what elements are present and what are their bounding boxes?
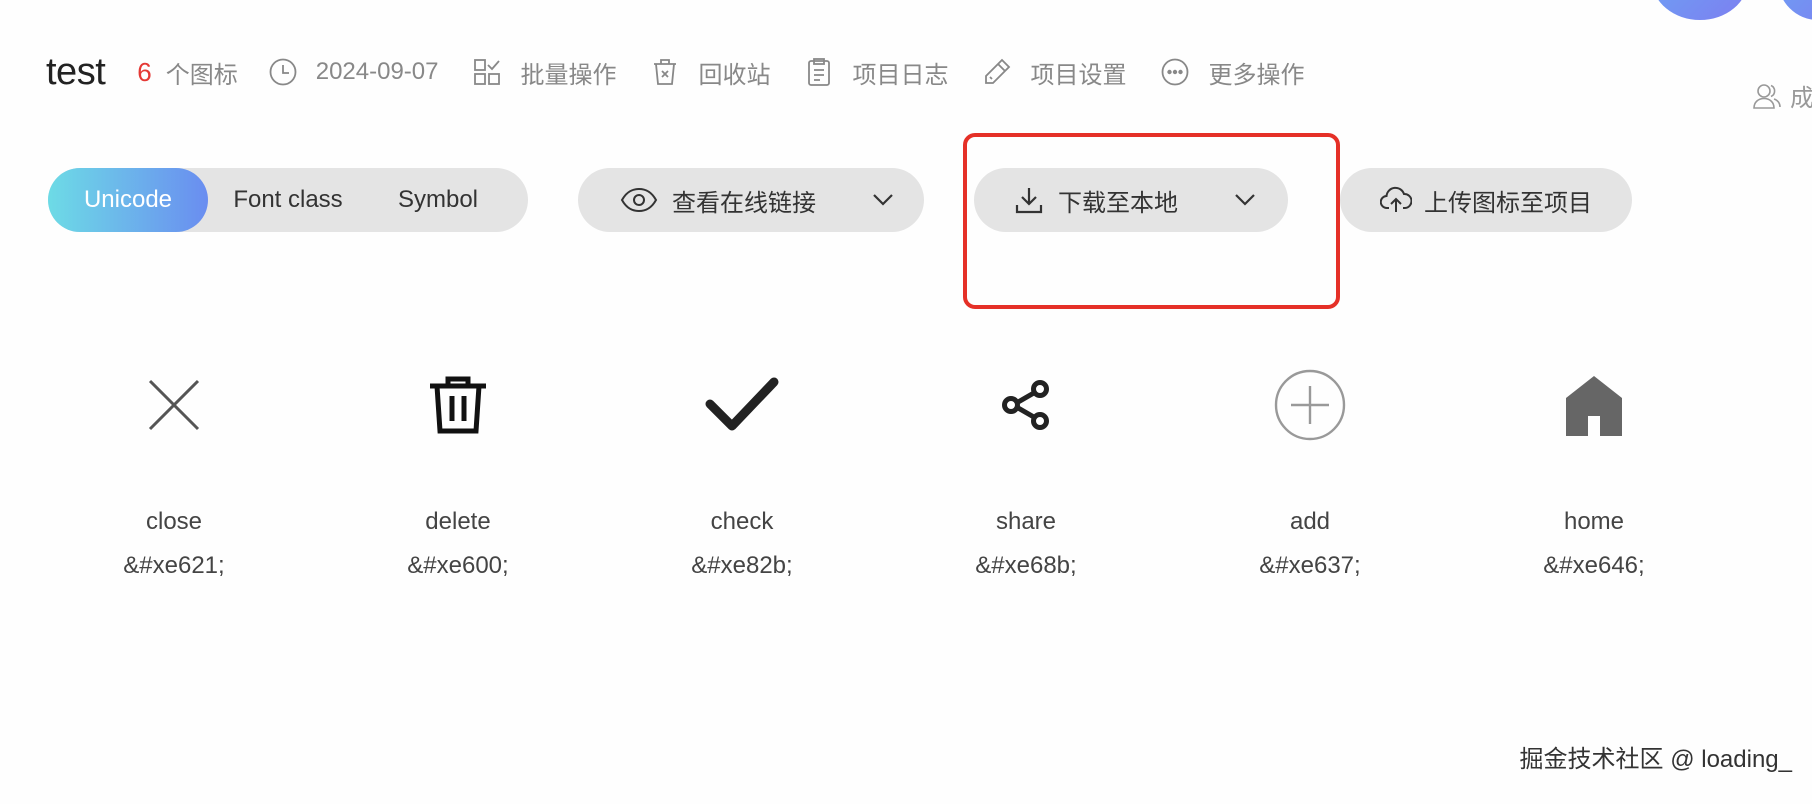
icon-name: share [995, 508, 1057, 535]
batch-operation-link[interactable]: 批量操作 [472, 55, 616, 90]
add-icon [1274, 369, 1346, 441]
icon-name: close [145, 508, 203, 535]
home-icon [1566, 376, 1622, 436]
project-log-link[interactable]: 项目日志 [804, 55, 948, 90]
clock-icon [269, 58, 297, 86]
eye-icon [620, 187, 658, 213]
more-actions-link[interactable]: 更多操作 [1160, 55, 1304, 90]
format-tabs: Unicode Font class Symbol [48, 168, 528, 232]
more-label: 更多操作 [1208, 61, 1305, 89]
close-icon [148, 379, 200, 431]
more-icon [1162, 58, 1189, 86]
icon-name: add [1289, 508, 1331, 535]
project-title: test [46, 50, 106, 93]
tab-unicode[interactable]: Unicode [48, 168, 208, 232]
batch-label: 批量操作 [520, 61, 617, 89]
upload-icons-button[interactable]: 上传图标至项目 [1340, 168, 1632, 232]
cloud-upload-icon [1380, 186, 1412, 212]
icon-card[interactable]: check &#xe82b; [632, 360, 852, 580]
icon-name: delete [425, 508, 491, 535]
members-icon [1753, 83, 1781, 109]
date-label: 2024-09-07 [315, 58, 439, 85]
icon-code: &#xe68b; [975, 552, 1077, 579]
project-header: test 6 个图标 2024-09-07 批量操作 回收站 项目日志 项目设置… [46, 48, 1304, 96]
highlight-box [963, 133, 1340, 309]
icon-card[interactable]: share &#xe68b; [916, 360, 1136, 580]
recycle-bin-link[interactable]: 回收站 [650, 55, 770, 90]
chevron-down-icon [873, 194, 893, 206]
trash-icon [654, 59, 677, 85]
batch-icon [474, 59, 501, 85]
icon-count: 6 [137, 56, 152, 87]
pencil-icon [985, 58, 1011, 84]
share-icon [1002, 380, 1049, 430]
icon-code: &#xe621; [123, 552, 225, 579]
tab-symbol[interactable]: Symbol [368, 168, 508, 232]
avatar[interactable] [1652, 0, 1748, 20]
log-label: 项目日志 [852, 61, 949, 89]
icon-card[interactable]: home &#xe646; [1484, 360, 1704, 580]
watermark: 掘金技术社区 @ loading_ [1519, 746, 1792, 773]
icon-count-label: 个图标 [165, 61, 238, 89]
recycle-label: 回收站 [698, 61, 771, 89]
icon-card[interactable]: add &#xe637; [1200, 360, 1420, 580]
members-link[interactable]: 成 [1752, 78, 1812, 113]
members-label: 成 [1790, 85, 1812, 112]
icon-card[interactable]: close &#xe621; [64, 360, 284, 580]
project-page: 成 test 6 个图标 2024-09-07 批量操作 回收站 项目日志 项目… [0, 0, 1812, 804]
icon-code: &#xe600; [407, 552, 509, 579]
upload-label: 上传图标至项目 [1424, 189, 1592, 217]
check-icon [705, 377, 779, 431]
view-online-label: 查看在线链接 [672, 189, 816, 217]
avatar[interactable] [1778, 0, 1812, 20]
created-date: 2024-09-07 [268, 57, 439, 87]
project-settings-link[interactable]: 项目设置 [982, 55, 1126, 90]
settings-label: 项目设置 [1030, 61, 1127, 89]
icon-code: &#xe637; [1259, 552, 1361, 579]
icon-name: check [710, 508, 774, 535]
icon-code: &#xe82b; [691, 552, 793, 579]
delete-icon [430, 376, 486, 434]
icon-card[interactable]: delete &#xe600; [348, 360, 568, 580]
tab-font-class[interactable]: Font class [208, 168, 368, 232]
clipboard-icon [808, 58, 831, 86]
icon-code: &#xe646; [1543, 552, 1645, 579]
view-online-link-button[interactable]: 查看在线链接 [578, 168, 924, 232]
icon-name: home [1563, 508, 1625, 535]
